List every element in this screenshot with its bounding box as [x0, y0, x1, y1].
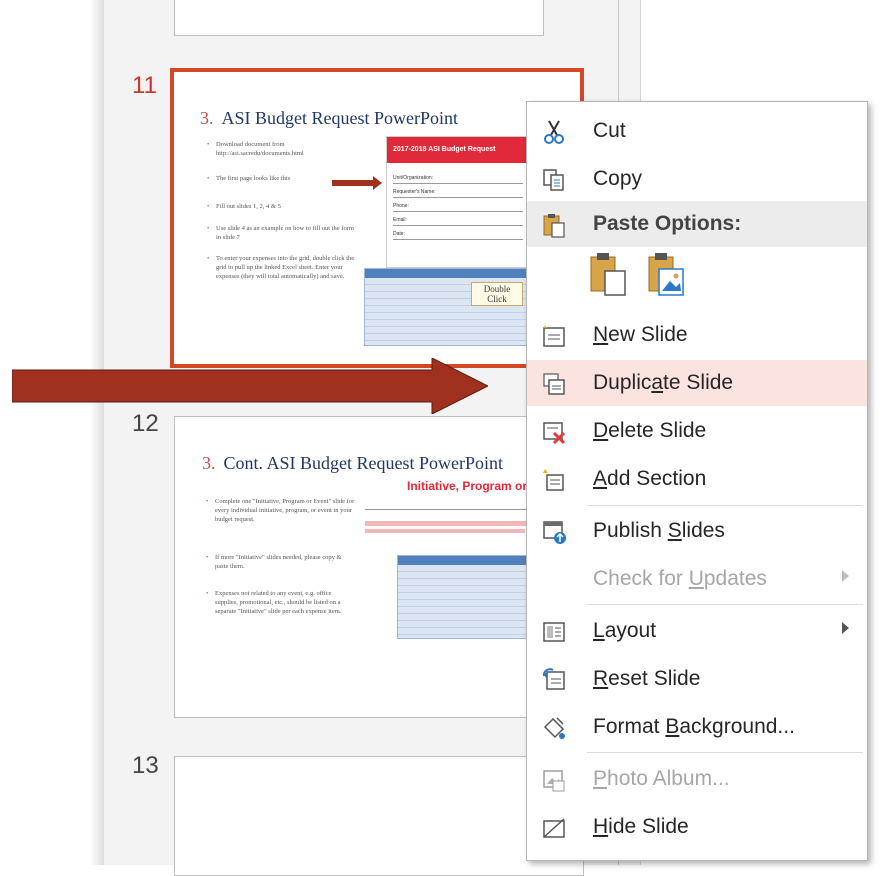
menu-item-layout[interactable]: Layout: [527, 608, 867, 654]
menu-item-label: Layout: [593, 619, 657, 642]
menu-item-label: Check for Updates: [593, 567, 767, 590]
publish-slides-icon: [543, 521, 566, 544]
use-destination-theme-icon[interactable]: [587, 251, 627, 297]
doc-field-label: Unit/Organization:: [393, 175, 434, 181]
doc-field-line: [393, 197, 523, 198]
powerpoint-window: 11 3. ASI Budget Request PowerPoint Downl…: [0, 0, 891, 876]
menu-item-add-section[interactable]: Add Section: [527, 456, 867, 502]
copy-icon: [543, 169, 564, 191]
picture-paste-icon[interactable]: [645, 251, 685, 297]
slide-thumbnail-10[interactable]: [174, 0, 544, 36]
context-menu[interactable]: Cut Copy Paste Options: New Slide Duplic…: [526, 101, 868, 861]
menu-item-duplicate-slide[interactable]: Duplicate Slide: [527, 360, 867, 406]
menu-item-label: Duplicate Slide: [593, 371, 734, 394]
doc-field-label: Requester's Name:: [393, 189, 436, 195]
menu-item-label: Reset Slide: [593, 667, 701, 690]
menu-item-cut[interactable]: Cut: [527, 108, 867, 154]
format-background-icon: [543, 717, 565, 739]
menu-item-copy[interactable]: Copy: [527, 156, 867, 202]
submenu-arrow-icon: [842, 622, 849, 634]
duplicate-slide-icon: [543, 373, 565, 395]
slide-number: 13: [132, 752, 159, 779]
menu-item-label: Add Section: [593, 467, 707, 490]
doc-field-label: Email:: [393, 217, 407, 223]
menu-item-new-slide[interactable]: New Slide: [527, 312, 867, 358]
photo-album-icon: [543, 770, 565, 792]
menu-item-check-for-updates[interactable]: Check for Updates: [527, 556, 867, 602]
menu-item-label: Copy: [593, 167, 643, 190]
doc-field-line: [393, 183, 523, 184]
menu-item-label: Photo Album...: [593, 767, 730, 790]
big-pointer-arrow: [12, 358, 488, 414]
menu-separator: [587, 604, 863, 605]
menu-item-label: Delete Slide: [593, 419, 707, 442]
menu-item-reset-slide[interactable]: Reset Slide: [527, 656, 867, 702]
layout-icon: [543, 622, 565, 642]
slide-bullet: Fill out slides 1, 2, 4 & 5: [207, 202, 356, 211]
slide-title-number: 3.: [200, 108, 214, 128]
slide-bullet: Use slide 4 as an example on how to fill…: [207, 224, 356, 242]
menu-item-label: Publish Slides: [593, 519, 725, 542]
menu-item-label: Paste Options:: [593, 212, 742, 235]
slide-thumbnail-13[interactable]: [174, 756, 584, 876]
paste-options-header: Paste Options:: [527, 201, 867, 247]
paste-options-row: [527, 247, 867, 307]
doc-field-label: Phone:: [393, 203, 409, 209]
hide-slide-icon: [543, 818, 565, 838]
menu-item-label: Hide Slide: [593, 815, 689, 838]
new-slide-icon: [543, 325, 565, 347]
menu-item-publish-slides[interactable]: Publish Slides: [527, 508, 867, 554]
add-section-icon: [543, 469, 564, 491]
menu-item-label: New Slide: [593, 323, 688, 346]
menu-item-photo-album[interactable]: Photo Album...: [527, 756, 867, 802]
slide-title: 3. ASI Budget Request PowerPoint: [200, 108, 458, 129]
delete-slide-icon: [543, 422, 566, 445]
doc-field-line: [393, 239, 523, 240]
scissors-icon: [544, 120, 564, 144]
slide-number: 12: [132, 410, 159, 437]
slide-title-text: ASI Budget Request PowerPoint: [221, 108, 459, 128]
paste-icon: [543, 214, 565, 238]
menu-item-hide-slide[interactable]: Hide Slide: [527, 804, 867, 850]
menu-item-label: Cut: [593, 119, 626, 142]
slide-title: 3. Cont. ASI Budget Request PowerPoint: [202, 453, 503, 474]
small-pointer-arrow: [332, 176, 382, 190]
menu-separator: [587, 752, 863, 753]
doc-field-line: [393, 211, 523, 212]
slide-bullet: If more "Initiative" slides needed, plea…: [206, 553, 355, 571]
slide-title-text: Cont. ASI Budget Request PowerPoint: [223, 453, 504, 473]
slide-thumbnail-12[interactable]: 3. Cont. ASI Budget Request PowerPoint In…: [174, 416, 584, 718]
slide-bullet: Download document from http://asi.sacred…: [207, 140, 356, 158]
menu-item-format-background[interactable]: Format Background...: [527, 704, 867, 750]
slide-thumbnail-11[interactable]: 3. ASI Budget Request PowerPoint Download…: [170, 68, 584, 368]
submenu-arrow-icon: [842, 570, 849, 582]
double-click-callout: Double Click: [471, 282, 523, 306]
menu-separator: [587, 505, 863, 506]
menu-item-label: Format Background...: [593, 715, 795, 738]
doc-field-line: [393, 225, 523, 226]
slide-bullet: To enter your expenses into the grid, do…: [207, 254, 356, 281]
slide-number: 11: [132, 72, 157, 99]
slide-bullet: Expenses not related to any event, e.g. …: [206, 589, 355, 616]
slide-bullet: Complete one "Initiative, Program or Eve…: [206, 497, 355, 524]
doc-field-label: Date:: [393, 231, 405, 237]
red-text-line: [365, 529, 525, 533]
slide-title-number: 3.: [202, 453, 216, 473]
reset-slide-icon: [542, 668, 565, 690]
menu-item-delete-slide[interactable]: Delete Slide: [527, 408, 867, 454]
